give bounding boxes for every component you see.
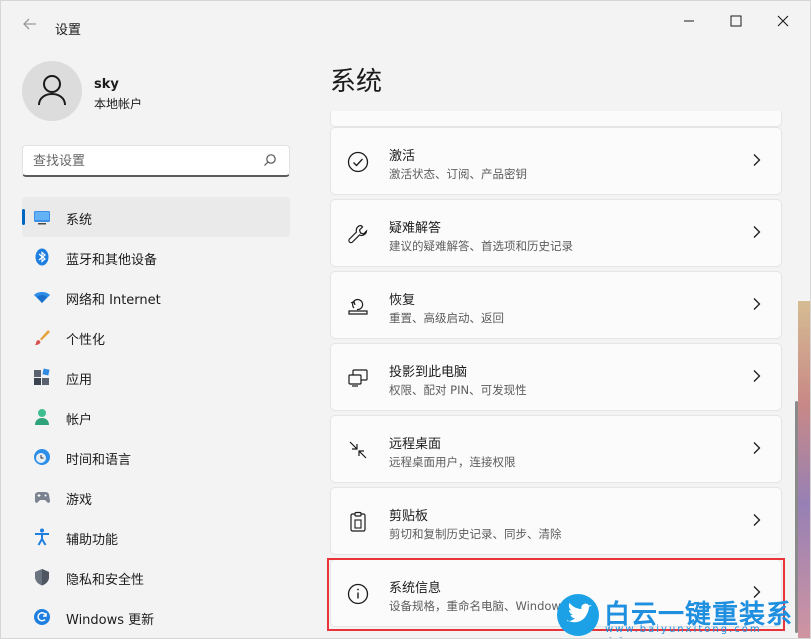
app-title: 设置 [55, 23, 82, 38]
page-title: 系统 [330, 67, 383, 97]
watermark-url: www.baiyunxitong.com [605, 624, 762, 635]
card-recovery[interactable]: 恢复 重置、高级启动、返回 [330, 271, 782, 339]
card-remote-desktop[interactable]: 远程桌面 远程桌面用户，连接权限 [330, 415, 782, 483]
sidebar-item-label: 游戏 [66, 493, 93, 508]
card-title: 疑难解答 [389, 221, 442, 236]
brush-icon [35, 330, 50, 345]
shield-icon [35, 569, 49, 586]
wifi-icon [34, 292, 50, 303]
user-name: sky [94, 77, 119, 92]
bird-logo-icon [557, 594, 599, 636]
card-description: 远程桌面用户，连接权限 [389, 455, 516, 469]
sidebar-nav: 系统 蓝牙和其他设备 网络和 Internet 个性化 应用 帐户 时间和语言 … [22, 197, 290, 637]
card-title: 剪贴板 [389, 509, 429, 524]
user-icon [38, 75, 66, 106]
watermark: 白云一键重装系统 www.baiyunxitong.com [557, 594, 807, 638]
card-description: 权限、配对 PIN、可发现性 [389, 383, 527, 397]
card-activation[interactable]: 激活 激活状态、订阅、产品密钥 [330, 127, 782, 195]
sidebar-item-label: 个性化 [66, 333, 106, 348]
sidebar-item-apps[interactable]: 应用 [22, 357, 290, 397]
maximize-icon [730, 15, 742, 27]
gamepad-icon [35, 492, 50, 503]
check-circle-icon [347, 151, 369, 173]
card-description: 激活状态、订阅、产品密钥 [389, 167, 527, 181]
accessibility-icon [35, 528, 49, 546]
card-project-to-pc[interactable]: 投影到此电脑 权限、配对 PIN、可发现性 [330, 343, 782, 411]
sidebar-item-personalization[interactable]: 个性化 [22, 317, 290, 357]
sidebar-item-label: 时间和语言 [66, 453, 132, 468]
minimize-icon [684, 20, 694, 22]
chevron-right-icon [753, 154, 761, 166]
sidebar-item-privacy[interactable]: 隐私和安全性 [22, 557, 290, 597]
card-partial [330, 111, 782, 127]
card-title: 远程桌面 [389, 437, 442, 452]
search-input[interactable] [33, 151, 253, 171]
search-icon[interactable] [263, 153, 277, 167]
chevron-right-icon [753, 226, 761, 238]
sidebar-item-label: 应用 [66, 373, 93, 388]
minimize-button[interactable] [666, 9, 712, 33]
card-description: 建议的疑难解答、首选项和历史记录 [389, 239, 573, 253]
search-box[interactable] [22, 145, 290, 177]
bluetooth-icon [35, 248, 49, 266]
sidebar-item-label: 帐户 [66, 413, 93, 428]
clock-globe-icon [34, 449, 50, 465]
card-title: 恢复 [389, 293, 416, 308]
sidebar-item-label: 蓝牙和其他设备 [66, 253, 158, 268]
back-arrow-icon [23, 18, 36, 30]
card-title: 激活 [389, 149, 416, 164]
desktop-background-strip [798, 301, 810, 638]
sidebar-item-label: 系统 [66, 213, 93, 228]
recovery-icon [348, 298, 368, 315]
sidebar-item-label: 隐私和安全性 [66, 573, 145, 588]
close-icon [777, 15, 789, 27]
sidebar-item-bluetooth[interactable]: 蓝牙和其他设备 [22, 237, 290, 277]
account-icon [35, 409, 49, 425]
sidebar-item-label: 网络和 Internet [66, 293, 161, 308]
project-icon [348, 369, 368, 387]
update-icon [34, 609, 50, 625]
avatar[interactable] [22, 61, 82, 121]
sidebar-item-gaming[interactable]: 游戏 [22, 477, 290, 517]
sidebar-item-accessibility[interactable]: 辅助功能 [22, 517, 290, 557]
sidebar-item-label: Windows 更新 [66, 613, 155, 628]
remote-desktop-icon [349, 441, 367, 459]
monitor-icon [34, 211, 50, 225]
back-button[interactable] [15, 13, 45, 35]
sidebar-item-time-language[interactable]: 时间和语言 [22, 437, 290, 477]
card-description: 剪切和复制历史记录、同步、清除 [389, 527, 562, 541]
close-button[interactable] [760, 9, 806, 33]
maximize-button[interactable] [713, 9, 759, 33]
title-bar: 设置 [1, 1, 810, 41]
sidebar-item-label: 辅助功能 [66, 533, 119, 548]
card-troubleshoot[interactable]: 疑难解答 建议的疑难解答、首选项和历史记录 [330, 199, 782, 267]
sidebar-item-network[interactable]: 网络和 Internet [22, 277, 290, 317]
chevron-right-icon [753, 514, 761, 526]
settings-window: 设置 sky 本地帐户 查找设置 系统 蓝牙和其他设备 网络和 Internet… [0, 0, 811, 639]
chevron-right-icon [753, 298, 761, 310]
card-title: 投影到此电脑 [389, 365, 468, 380]
card-clipboard[interactable]: 剪贴板 剪切和复制历史记录、同步、清除 [330, 487, 782, 555]
card-description: 重置、高级启动、返回 [389, 311, 504, 325]
account-type: 本地帐户 [94, 97, 143, 111]
clipboard-icon [350, 511, 366, 532]
sidebar-item-windows-update[interactable]: Windows 更新 [22, 597, 290, 637]
sidebar-item-accounts[interactable]: 帐户 [22, 397, 290, 437]
apps-icon [34, 368, 50, 385]
chevron-right-icon [753, 442, 761, 454]
sidebar-item-system[interactable]: 系统 [22, 197, 290, 237]
wrench-icon [348, 224, 368, 244]
chevron-right-icon [753, 370, 761, 382]
